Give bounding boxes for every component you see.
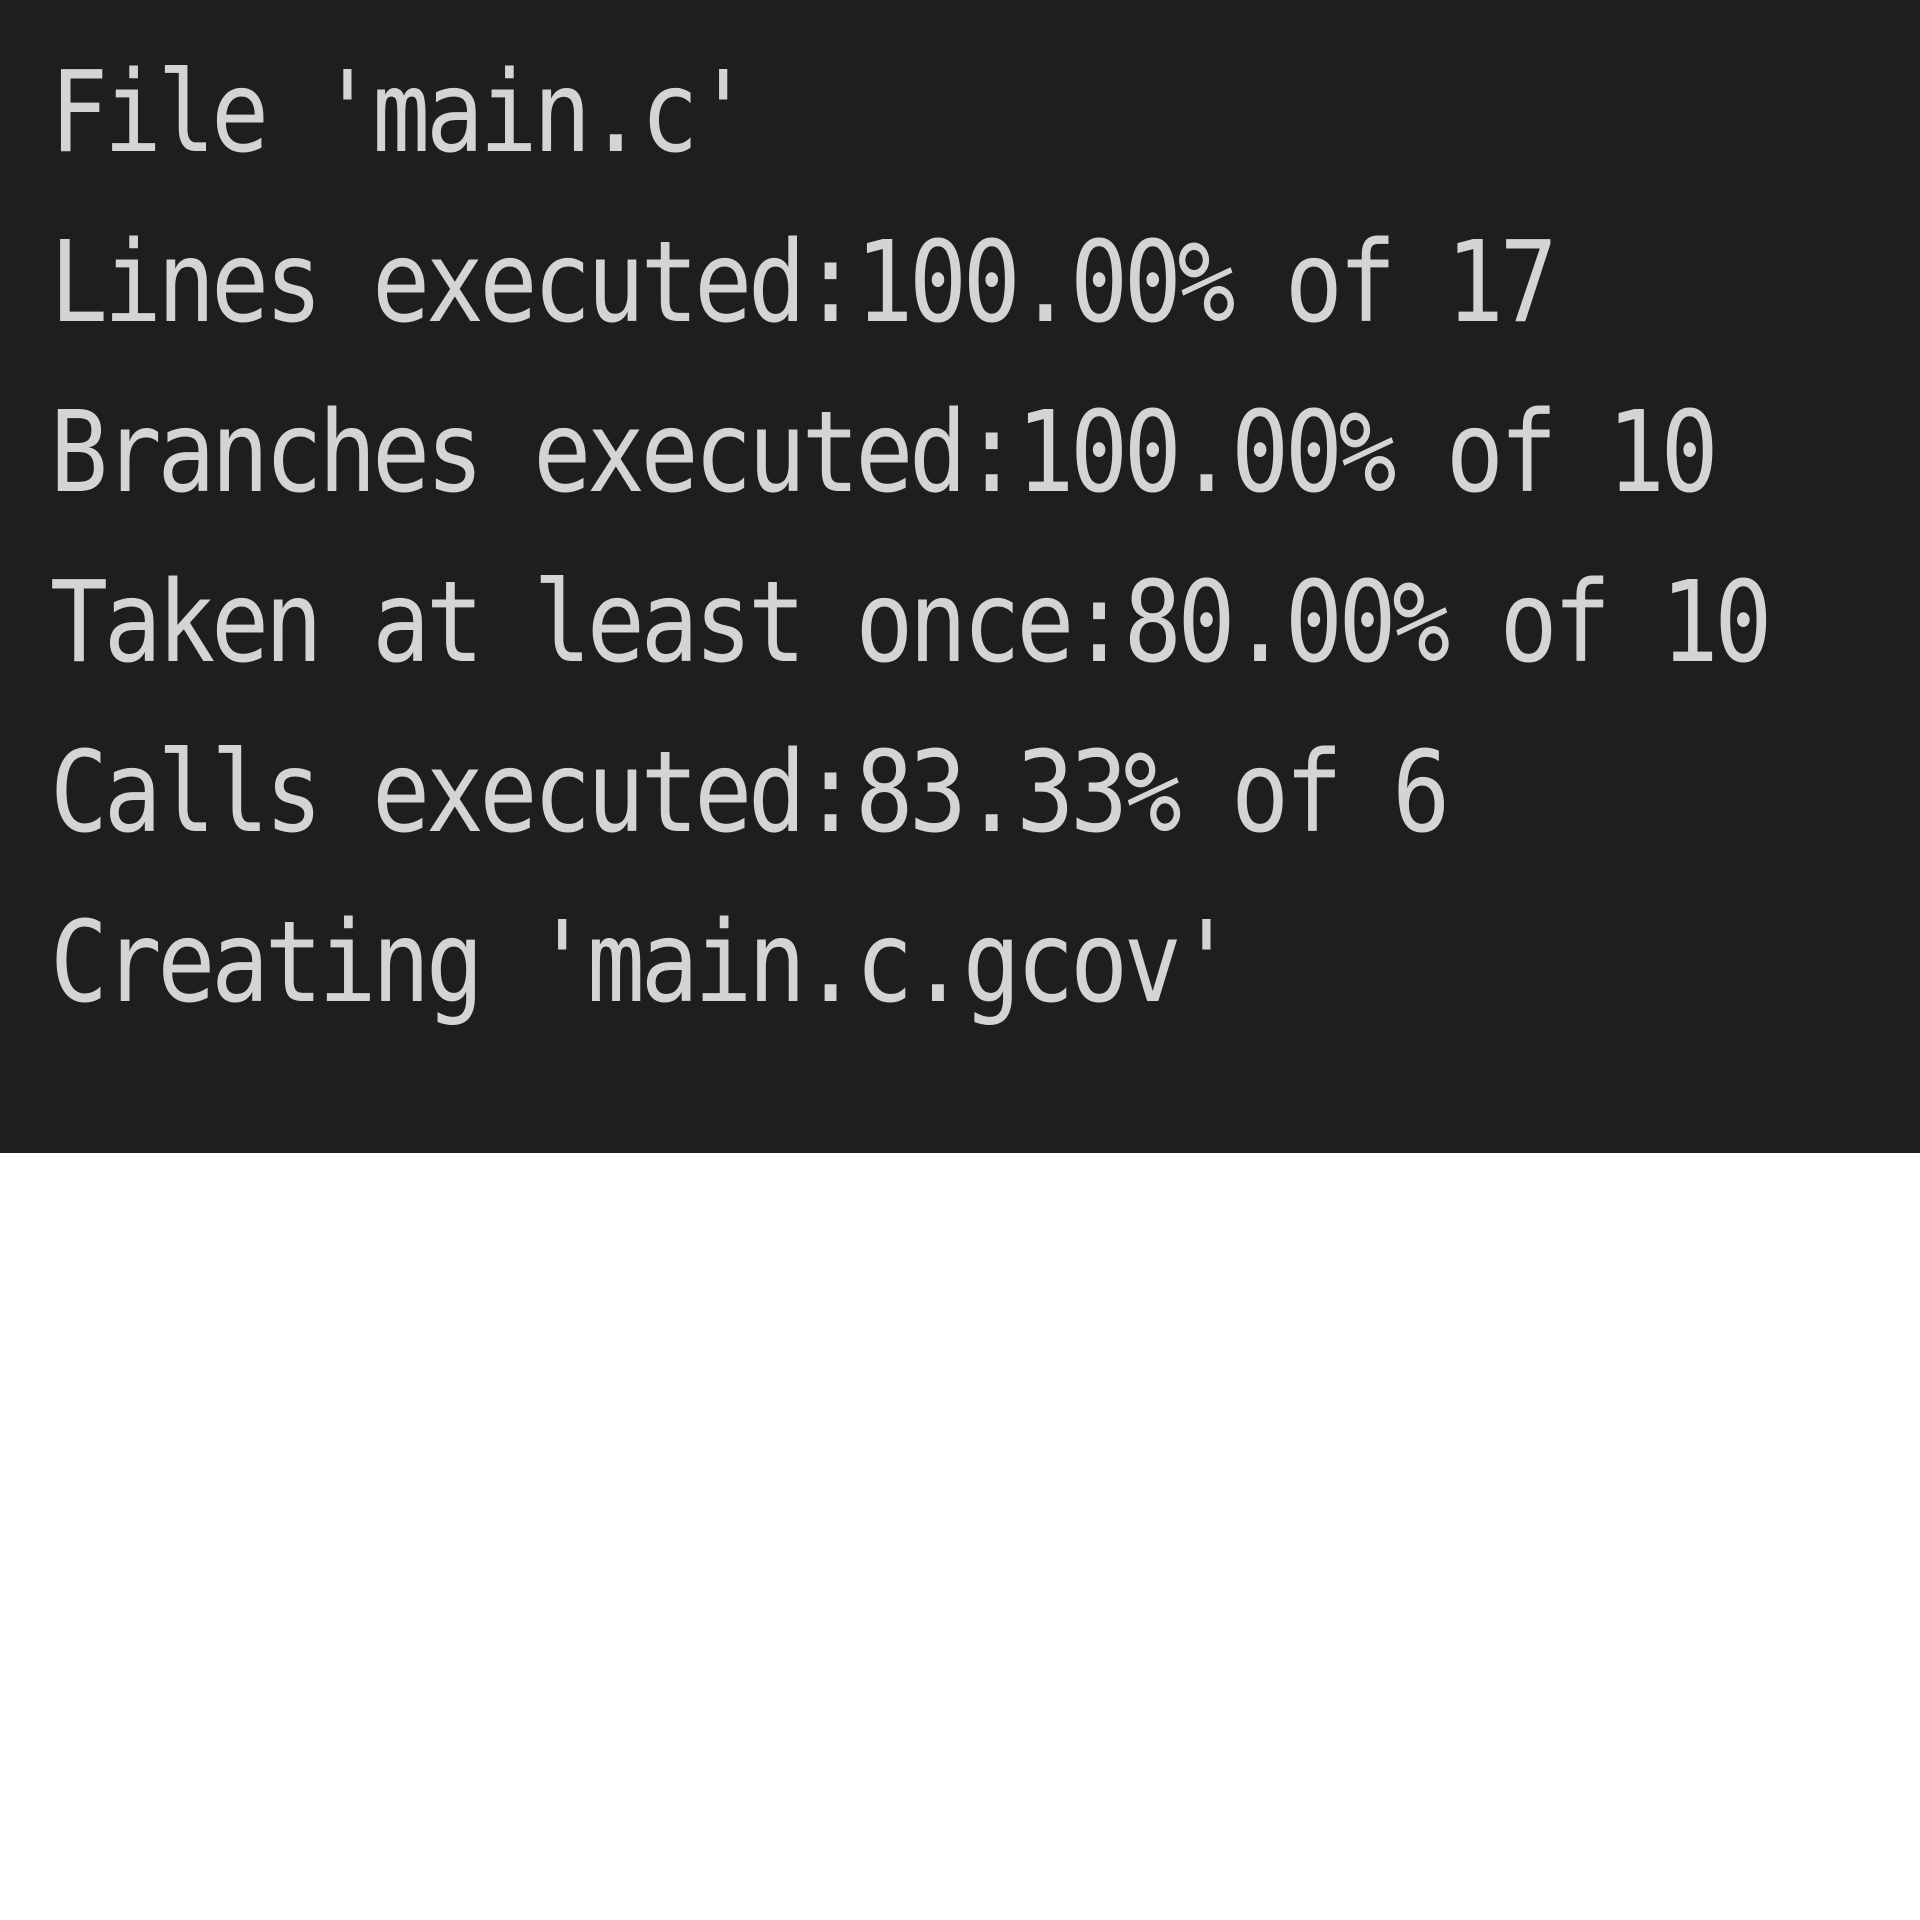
output-line-calls-executed: Calls executed:83.33% of 6	[50, 728, 1450, 858]
output-line-file: File 'main.c'	[50, 48, 752, 178]
output-line-lines-executed: Lines executed:100.00% of 17	[50, 218, 1558, 348]
output-line-branches-executed: Branches executed:100.00% of 10	[50, 388, 1719, 518]
blank-area	[0, 1153, 1920, 1920]
terminal-output: File 'main.c' Lines executed:100.00% of …	[0, 0, 1920, 1153]
output-line-taken-at-least-once: Taken at least once:80.00% of 10	[50, 558, 1772, 688]
output-line-creating-gcov: Creating 'main.c.gcov'	[50, 898, 1235, 1028]
